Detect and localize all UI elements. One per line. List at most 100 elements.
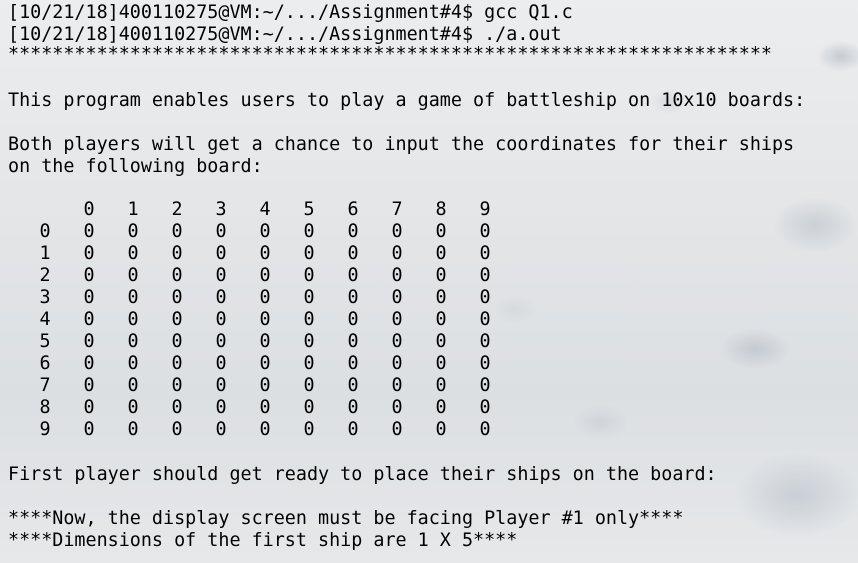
board-cell: 0 <box>391 309 403 330</box>
board-row-header: 7 <box>39 375 51 396</box>
board-cell: 0 <box>259 309 271 330</box>
board-column-header: 8 <box>435 199 447 220</box>
board-cell: 0 <box>215 287 227 308</box>
board-cell: 0 <box>259 397 271 418</box>
board-column-header: 4 <box>259 199 271 220</box>
board-cell: 0 <box>479 221 491 242</box>
board-cell: 0 <box>171 419 183 440</box>
instructions-line-2: on the following board: <box>8 156 263 177</box>
board-cell: 0 <box>435 309 447 330</box>
board-cell: 0 <box>391 331 403 352</box>
terminal-window[interactable]: [10/21/18]400110275@VM:~/.../Assignment#… <box>0 0 858 563</box>
board-cell: 0 <box>303 221 315 242</box>
ship-dimensions: ****Dimensions of the first ship are 1 X… <box>8 530 518 551</box>
board-cell: 0 <box>303 331 315 352</box>
board-cell: 0 <box>479 331 491 352</box>
board-row-header: 5 <box>39 331 51 352</box>
board-cell: 0 <box>215 309 227 330</box>
prompt-line-compile: [10/21/18]400110275@VM:~/.../Assignment#… <box>8 2 573 23</box>
board-cell: 0 <box>391 265 403 286</box>
board-cell: 0 <box>347 397 359 418</box>
board-cell: 0 <box>391 221 403 242</box>
board-cell: 0 <box>259 265 271 286</box>
board-cell: 0 <box>127 243 139 264</box>
board-cell: 0 <box>171 287 183 308</box>
board-cell: 0 <box>83 375 95 396</box>
board-cell: 0 <box>479 265 491 286</box>
board-cell: 0 <box>303 265 315 286</box>
board-cell: 0 <box>347 221 359 242</box>
board-cell: 0 <box>303 419 315 440</box>
board-row-header: 0 <box>39 221 51 242</box>
board-cell: 0 <box>347 287 359 308</box>
board-cell: 0 <box>479 243 491 264</box>
board-row-header: 9 <box>39 419 51 440</box>
board-cell: 0 <box>215 331 227 352</box>
board-cell: 0 <box>347 309 359 330</box>
board-cell: 0 <box>479 353 491 374</box>
board-column-header: 0 <box>83 199 95 220</box>
board-cell: 0 <box>259 221 271 242</box>
board-row-header: 8 <box>39 397 51 418</box>
board-cell: 0 <box>83 419 95 440</box>
board-cell: 0 <box>303 397 315 418</box>
prompt-line-run: [10/21/18]400110275@VM:~/.../Assignment#… <box>8 24 562 45</box>
board-cell: 0 <box>479 397 491 418</box>
board-cell: 0 <box>127 353 139 374</box>
board-cell: 0 <box>435 331 447 352</box>
board-cell: 0 <box>83 221 95 242</box>
board-cell: 0 <box>215 221 227 242</box>
board-row-header: 2 <box>39 265 51 286</box>
board-row-header: 6 <box>39 353 51 374</box>
board-column-header: 7 <box>391 199 403 220</box>
first-player-message: First player should get ready to place t… <box>8 464 717 485</box>
board-cell: 0 <box>435 221 447 242</box>
board-cell: 0 <box>171 243 183 264</box>
board-cell: 0 <box>347 331 359 352</box>
board-row-header: 1 <box>39 243 51 264</box>
board-cell: 0 <box>347 419 359 440</box>
board-column-header: 1 <box>127 199 139 220</box>
board-cell: 0 <box>127 265 139 286</box>
board-cell: 0 <box>259 331 271 352</box>
board-cell: 0 <box>391 353 403 374</box>
intro-text: This program enables users to play a gam… <box>8 90 806 111</box>
board-row-header: 3 <box>39 287 51 308</box>
board-column-header: 2 <box>171 199 183 220</box>
board-column-header: 9 <box>479 199 491 220</box>
board-column-header: 6 <box>347 199 359 220</box>
board-cell: 0 <box>303 375 315 396</box>
board-cell: 0 <box>479 287 491 308</box>
board-cell: 0 <box>259 353 271 374</box>
board-cell: 0 <box>127 397 139 418</box>
board-cell: 0 <box>215 265 227 286</box>
board-cell: 0 <box>215 353 227 374</box>
board-cell: 0 <box>259 243 271 264</box>
board-cell: 0 <box>127 287 139 308</box>
board-cell: 0 <box>435 243 447 264</box>
board-cell: 0 <box>347 353 359 374</box>
board-cell: 0 <box>215 419 227 440</box>
board-cell: 0 <box>171 375 183 396</box>
board-cell: 0 <box>83 287 95 308</box>
board-cell: 0 <box>391 287 403 308</box>
board-cell: 0 <box>171 309 183 330</box>
board-cell: 0 <box>479 309 491 330</box>
board-cell: 0 <box>127 419 139 440</box>
board-cell: 0 <box>435 265 447 286</box>
board-cell: 0 <box>215 397 227 418</box>
stars-separator: ****************************************… <box>8 44 772 65</box>
board-cell: 0 <box>171 353 183 374</box>
board-cell: 0 <box>347 265 359 286</box>
display-warning: ****Now, the display screen must be faci… <box>8 508 684 529</box>
board-cell: 0 <box>171 331 183 352</box>
board-cell: 0 <box>83 309 95 330</box>
board-cell: 0 <box>83 331 95 352</box>
board-row-header: 4 <box>39 309 51 330</box>
board-cell: 0 <box>83 265 95 286</box>
board-cell: 0 <box>259 287 271 308</box>
board-cell: 0 <box>171 221 183 242</box>
board-cell: 0 <box>303 287 315 308</box>
board-cell: 0 <box>83 397 95 418</box>
board-cell: 0 <box>391 419 403 440</box>
